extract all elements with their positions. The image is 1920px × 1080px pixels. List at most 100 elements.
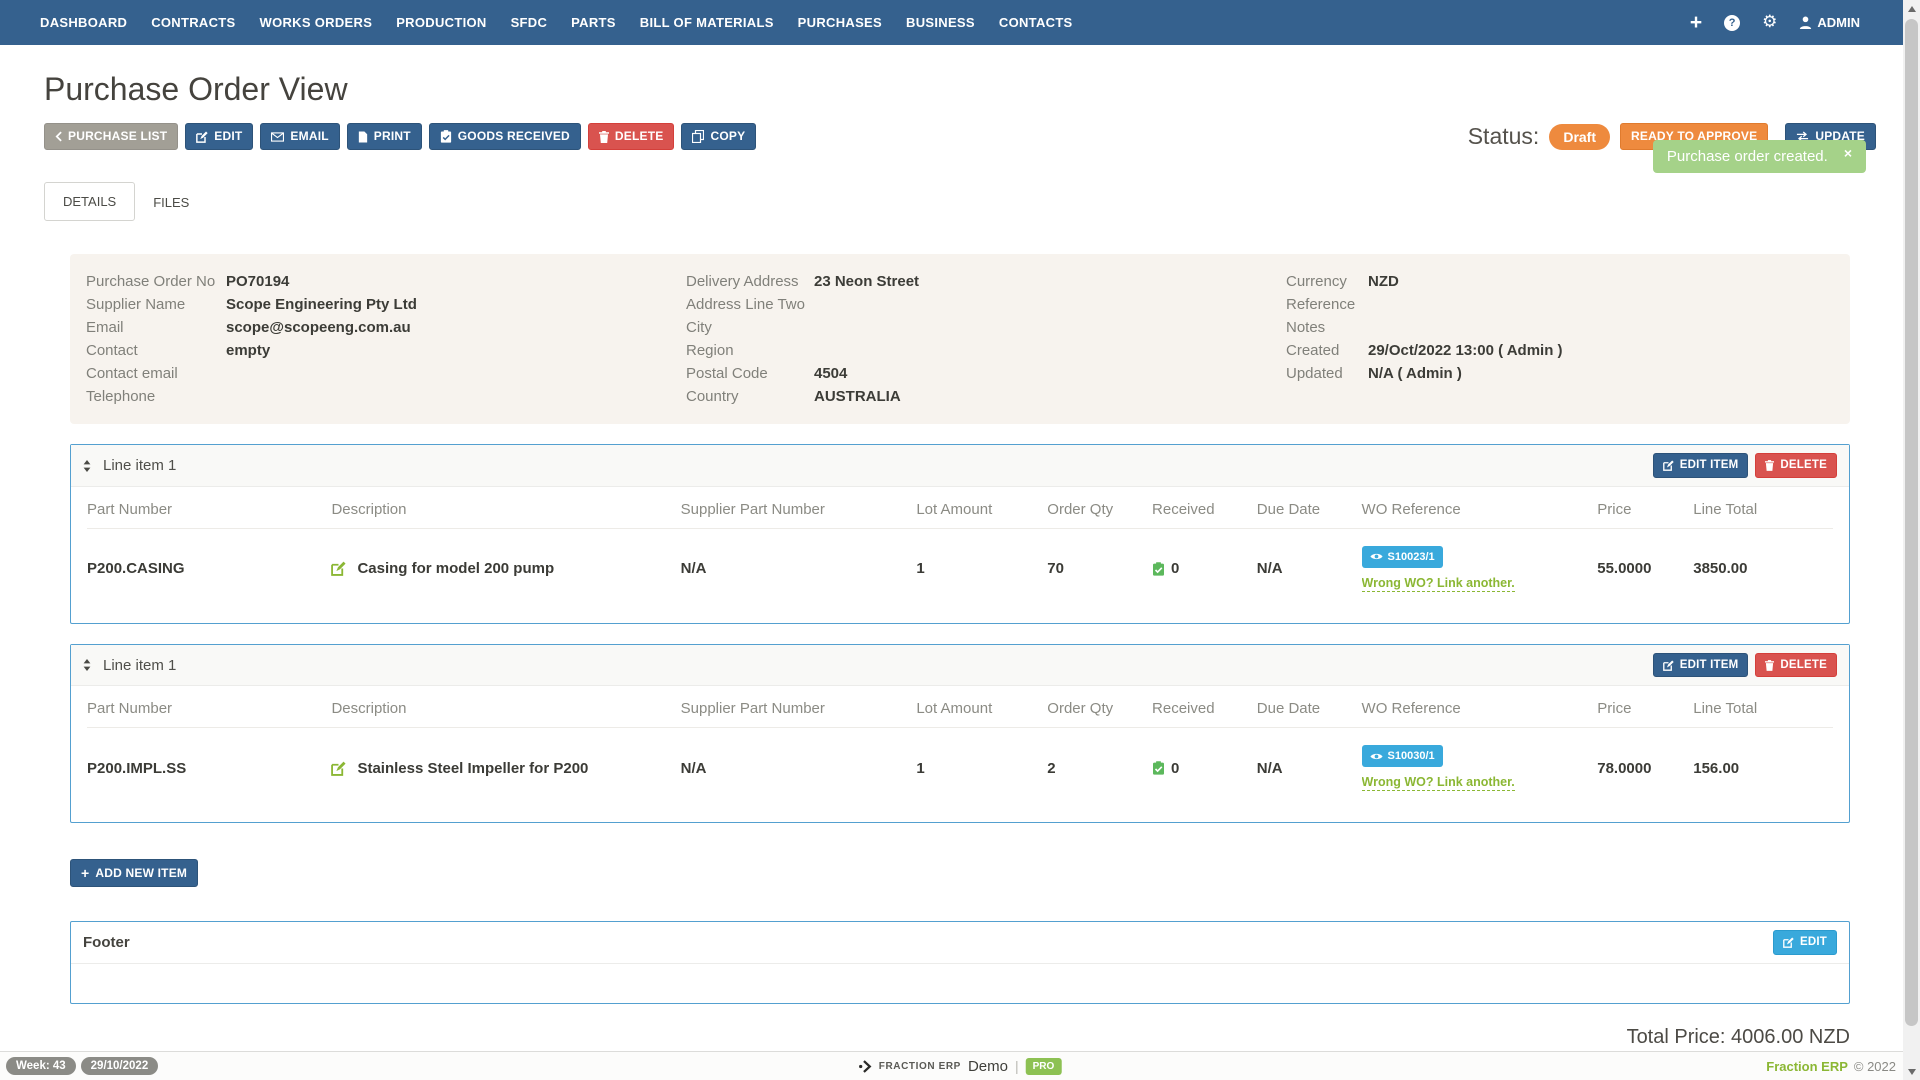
brand-name: Fraction ERP <box>1766 1058 1848 1074</box>
admin-menu[interactable]: ADMIN <box>1799 15 1860 30</box>
edit-icon <box>1783 937 1794 949</box>
scroll-up-arrow-icon[interactable] <box>1903 0 1920 17</box>
edit-icon <box>1662 660 1674 671</box>
edit-description-icon[interactable] <box>331 761 347 776</box>
edit-item-button[interactable]: EDIT ITEM <box>1652 652 1749 678</box>
copy-button[interactable]: COPY <box>681 123 757 151</box>
line-item-table: Part Number Description Supplier Part Nu… <box>87 686 1833 808</box>
copy-icon <box>692 130 705 144</box>
sort-icon[interactable] <box>83 459 91 472</box>
order-qty-cell: 70 <box>1047 560 1064 578</box>
tab-details[interactable]: DETAILS <box>44 182 136 222</box>
field-label: Purchase Order No <box>86 273 216 291</box>
print-button[interactable]: PRINT <box>346 123 422 151</box>
goods-received-icon <box>440 130 451 143</box>
help-icon[interactable]: ? <box>1724 14 1741 31</box>
field-value: 29/Oct/2022 13:00 ( Admin ) <box>1368 342 1563 360</box>
copyright: © 2022 <box>1853 1058 1896 1074</box>
received-icon <box>1153 562 1165 576</box>
field-label: Region <box>686 342 734 360</box>
table-row: P200.IMPL.SS Stainless Steel Impeller fo… <box>87 728 1833 809</box>
nav-item-contacts[interactable]: CONTACTS <box>999 15 1073 30</box>
column-header: Received <box>1152 686 1257 729</box>
close-icon[interactable]: × <box>1844 146 1852 160</box>
column-header: Lot Amount <box>916 486 1048 529</box>
goods-received-button[interactable]: GOODS RECEIVED <box>428 123 581 151</box>
nav-item-sfdc[interactable]: SFDC <box>511 15 548 30</box>
delete-item-button[interactable]: DELETE <box>1755 453 1837 478</box>
nav-item-works-orders[interactable]: WORKS ORDERS <box>260 15 373 30</box>
edit-icon <box>196 131 208 143</box>
column-header: Line Total <box>1693 686 1833 729</box>
table-row: P200.CASING Casing for model 200 pump N/… <box>87 528 1833 609</box>
logo-icon <box>859 1059 872 1073</box>
column-header: Price <box>1597 686 1694 729</box>
user-icon <box>1799 16 1812 29</box>
details-column-delivery: Delivery Address 23 Neon Street Address L… <box>686 270 1286 408</box>
footer-edit-button[interactable]: EDIT <box>1773 930 1837 956</box>
column-header: Line Total <box>1693 486 1833 529</box>
field-label: Delivery Address <box>686 273 799 291</box>
add-new-item-button[interactable]: + ADD NEW ITEM <box>70 859 199 888</box>
field-label: Reference <box>1286 296 1356 314</box>
scroll-down-arrow-icon[interactable] <box>1903 1063 1920 1080</box>
toolbar: PURCHASE LIST EDIT EMAIL PRINT GOODS REC… <box>44 123 1876 151</box>
nav-item-production[interactable]: PRODUCTION <box>396 15 486 30</box>
nav-item-bill-of-materials[interactable]: BILL OF MATERIALS <box>640 15 774 30</box>
column-header: Order Qty <box>1047 686 1153 729</box>
toast-message: Purchase order created. <box>1666 148 1828 165</box>
received-cell: 0 <box>1171 560 1180 578</box>
wrong-wo-link[interactable]: Wrong WO? Link another. <box>1361 775 1515 792</box>
field-label: Email <box>86 319 124 337</box>
delete-item-button[interactable]: DELETE <box>1755 652 1837 678</box>
description-cell: Casing for model 200 pump <box>357 560 555 578</box>
scrollbar-thumb[interactable] <box>1905 19 1918 1026</box>
column-header: Lot Amount <box>916 686 1048 729</box>
field-label: Currency <box>1286 273 1347 291</box>
status-badge: Draft <box>1549 123 1610 150</box>
delete-icon <box>1765 659 1775 671</box>
sort-icon[interactable] <box>83 659 91 672</box>
edit-button[interactable]: EDIT <box>185 123 254 151</box>
part-number-cell: P200.CASING <box>87 560 185 578</box>
wo-reference-button[interactable]: S10023/1 <box>1361 545 1443 568</box>
edit-icon <box>1662 460 1674 471</box>
gear-icon[interactable]: ⚙ <box>1762 14 1777 31</box>
line-item-table: Part Number Description Supplier Part Nu… <box>87 486 1833 609</box>
tab-files[interactable]: FILES <box>135 184 207 221</box>
line-total-cell: 156.00 <box>1693 759 1740 777</box>
line-item-card: Line item 1 EDIT ITEM DELETE Part Number… <box>70 643 1850 824</box>
nav-item-business[interactable]: BUSINESS <box>906 15 975 30</box>
column-header: Order Qty <box>1047 486 1153 529</box>
plus-icon[interactable]: + <box>1690 12 1702 33</box>
due-date-cell: N/A <box>1256 759 1283 777</box>
wrong-wo-link[interactable]: Wrong WO? Link another. <box>1361 576 1515 592</box>
field-value: N/A ( Admin ) <box>1368 365 1462 383</box>
page-title: Purchase Order View <box>44 71 348 107</box>
field-value: AUSTRALIA <box>814 388 901 406</box>
edit-item-button[interactable]: EDIT ITEM <box>1652 453 1749 478</box>
column-header: Part Number <box>87 486 332 529</box>
supplier-part-number-cell: N/A <box>680 560 707 578</box>
purchase-list-button[interactable]: PURCHASE LIST <box>44 123 179 151</box>
nav-item-dashboard[interactable]: DASHBOARD <box>40 15 127 30</box>
description-cell: Stainless Steel Impeller for P200 <box>357 759 589 777</box>
email-icon <box>271 131 285 142</box>
nav-item-contracts[interactable]: CONTRACTS <box>151 15 235 30</box>
delete-button[interactable]: DELETE <box>587 123 675 151</box>
total-price: Total Price: 4006.00 NZD <box>1626 1026 1850 1049</box>
supplier-part-number-cell: N/A <box>680 759 707 777</box>
nav-item-parts[interactable]: PARTS <box>571 15 616 30</box>
wo-reference-button[interactable]: S10030/1 <box>1361 745 1443 768</box>
column-header: WO Reference <box>1361 486 1598 529</box>
nav-item-purchases[interactable]: PURCHASES <box>798 15 882 30</box>
chevron-left-icon <box>55 131 62 142</box>
pro-badge: PRO <box>1025 1057 1062 1075</box>
print-icon <box>358 131 367 143</box>
column-header: Received <box>1152 486 1257 529</box>
email-button[interactable]: EMAIL <box>260 123 340 151</box>
edit-description-icon[interactable] <box>331 561 347 577</box>
order-qty-cell: 2 <box>1047 759 1056 777</box>
details-column-meta: Currency NZD Reference Notes Created 29/Oc… <box>1286 270 1834 408</box>
scrollbar[interactable] <box>1903 0 1920 1080</box>
